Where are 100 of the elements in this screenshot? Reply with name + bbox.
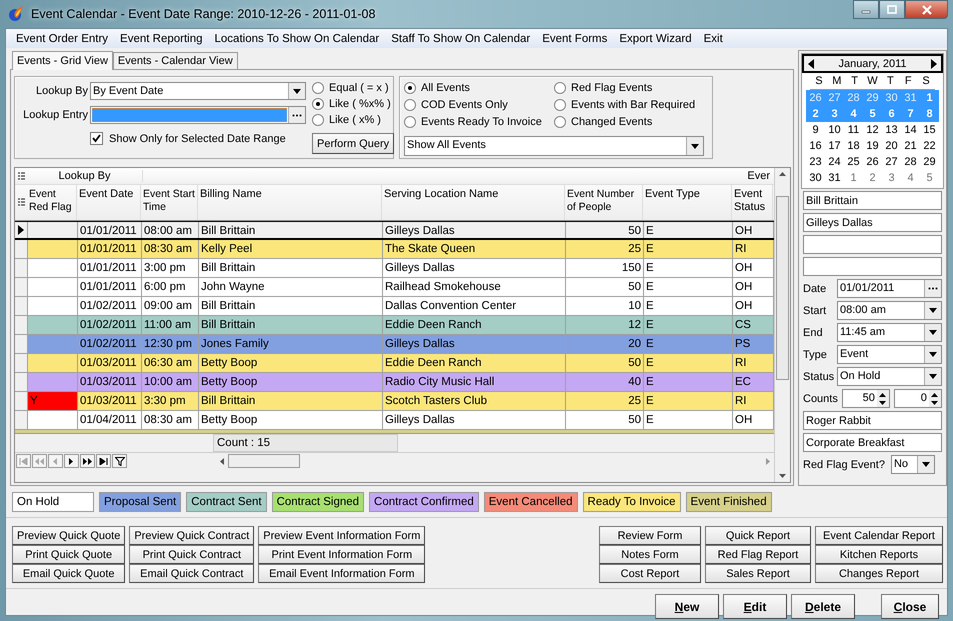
calendar-day[interactable]: 3 [882,170,901,186]
grid-row[interactable]: 01/01/2011 08:00 am Bill Brittain Gilleys Dallas 50 E OH [15,221,774,240]
calendar-day[interactable]: 10 [825,122,844,138]
next-page-icon[interactable] [80,454,95,468]
column-header[interactable]: Event Type [643,185,732,220]
calendar-day[interactable]: 4 [901,170,920,186]
calendar-day[interactable]: 2 [863,170,882,186]
column-header[interactable]: Billing Name [198,185,382,220]
form-button[interactable]: Print Quick Quote [12,545,126,564]
scroll-thumb[interactable] [776,196,789,380]
next-record-icon[interactable] [64,454,79,468]
radio-button[interactable] [404,99,416,111]
menu-item[interactable]: Event Reporting [114,32,209,44]
grid-row[interactable]: 01/02/2011 12:30 pm Jones Family Gilleys Dallas 20 E PS [15,335,774,354]
calendar-day[interactable]: 13 [882,122,901,138]
report-button[interactable]: Notes Form [599,545,701,564]
tab[interactable]: Events - Grid View [12,51,113,70]
radio-button[interactable] [554,82,566,94]
event-name-field[interactable]: Corporate Breakfast [803,433,942,452]
calendar-day[interactable]: 15 [920,122,939,138]
form-button[interactable]: Print Quick Contract [129,545,254,564]
action-button[interactable]: Delete [791,594,855,619]
grid-row[interactable]: 01/01/2011 6:00 pm John Wayne Railhead Smokehouse 50 E OH [15,278,774,297]
column-header[interactable]: Event Start Time [141,185,198,220]
calendar-day[interactable]: 11 [844,122,863,138]
action-button[interactable]: Edit [723,594,787,619]
first-record-icon[interactable] [16,454,31,468]
report-button[interactable]: Cost Report [599,564,701,583]
calendar-day[interactable]: 18 [844,138,863,154]
report-button[interactable]: Event Calendar Report [815,526,943,545]
calendar-day[interactable]: 1 [844,170,863,186]
count-spinner[interactable]: 0 [894,389,942,408]
column-header[interactable]: Event Date [77,185,141,220]
report-button[interactable]: Red Flag Report [705,545,811,564]
calendar-day[interactable]: 24 [825,154,844,170]
calendar-day[interactable]: 19 [863,138,882,154]
report-button[interactable]: Kitchen Reports [815,545,943,564]
radio-button[interactable] [312,114,324,126]
radio-button[interactable] [312,98,324,110]
vertical-scrollbar[interactable] [774,168,790,482]
text-field[interactable] [803,257,942,276]
form-button[interactable]: Preview Quick Quote [12,526,126,545]
scroll-right-icon[interactable] [766,458,771,464]
column-header[interactable]: Event Status [732,185,773,220]
calendar-day[interactable]: 28 [901,154,920,170]
grid-row[interactable]: 01/02/2011 09:00 am Bill Brittain Dallas Convention Center 10 E OH [15,297,774,316]
close-form-button[interactable]: Close [881,594,939,619]
calendar-day[interactable]: 21 [901,138,920,154]
calendar-day[interactable]: 14 [901,122,920,138]
perform-query-button[interactable]: Perform Query [312,133,394,154]
calendar-day[interactable]: 22 [920,138,939,154]
scroll-thumb[interactable] [228,454,300,468]
form-button[interactable]: Preview Quick Contract [129,526,254,545]
grid-row[interactable]: Y 01/03/2011 3:30 pm Bill Brittain Scotch Tasters Club 25 E RI [15,392,774,411]
radio-button[interactable] [312,82,324,94]
report-button[interactable]: Review Form [599,526,701,545]
calendar-day[interactable]: 9 [806,122,825,138]
lookup-entry-field[interactable] [90,106,306,124]
calendar-day[interactable]: 25 [844,154,863,170]
row-selector[interactable] [15,222,28,238]
form-button[interactable]: Email Event Information Form [258,564,426,583]
start-time-dropdown[interactable]: 08:00 am [837,301,942,320]
previous-page-icon[interactable] [32,454,47,468]
status-dropdown[interactable]: On Hold [837,367,942,386]
form-button[interactable]: Email Quick Quote [12,564,126,583]
lookup-by-dropdown[interactable]: By Event Date [90,82,306,100]
location-field[interactable]: Gilleys Dallas [803,213,942,232]
calendar-day[interactable]: 31 [825,170,844,186]
billing-name-field[interactable]: Bill Brittain [803,191,942,210]
calendar-day[interactable]: 29 [920,154,939,170]
next-month-icon[interactable] [931,58,937,68]
end-time-dropdown[interactable]: 11:45 am [837,323,942,342]
previous-month-icon[interactable] [808,58,814,68]
grid-row[interactable]: 01/01/2011 3:00 pm Bill Brittain Gilleys Dallas 150 E OH [15,259,774,278]
menu-item[interactable]: Export Wizard [613,32,698,44]
calendar-day[interactable]: 30 [806,170,825,186]
tab[interactable]: Events - Calendar View [112,52,238,69]
grid-row[interactable]: 01/03/2011 06:30 am Betty Boop Eddie Deen Ranch 50 E RI [15,354,774,373]
grid-row[interactable]: 01/03/2011 10:00 am Betty Boop Radio City Music Hall 40 E EC [15,373,774,392]
count-spinner[interactable]: 50 [842,389,890,408]
calendar-day[interactable]: 23 [806,154,825,170]
radio-button[interactable] [404,82,416,94]
calendar-day[interactable]: 17 [825,138,844,154]
scroll-up-icon[interactable] [779,172,786,176]
date-field[interactable]: 01/01/2011 [837,279,942,298]
maximize-button[interactable] [879,0,905,19]
type-dropdown[interactable]: Event [837,345,942,364]
grid-row[interactable]: 01/04/2011 08:30 am Betty Boop Gilleys Dallas 50 E OH [15,411,774,430]
calendar-day[interactable]: 16 [806,138,825,154]
scroll-down-icon[interactable] [779,474,786,478]
form-button[interactable]: Email Quick Contract [129,564,254,583]
report-button[interactable]: Sales Report [705,564,811,583]
scroll-left-icon[interactable] [220,458,225,464]
grid-row[interactable]: 01/01/2011 08:30 am Kelly Peel The Skate Queen 25 E RI [15,240,774,259]
calendar-day[interactable]: 5 [920,170,939,186]
filter-icon[interactable] [112,454,127,468]
column-header[interactable]: Event Red Flag [27,185,77,220]
report-button[interactable]: Changes Report [815,564,943,583]
menu-item[interactable]: Event Forms [536,32,614,44]
menu-item[interactable]: Event Order Entry [10,32,114,44]
